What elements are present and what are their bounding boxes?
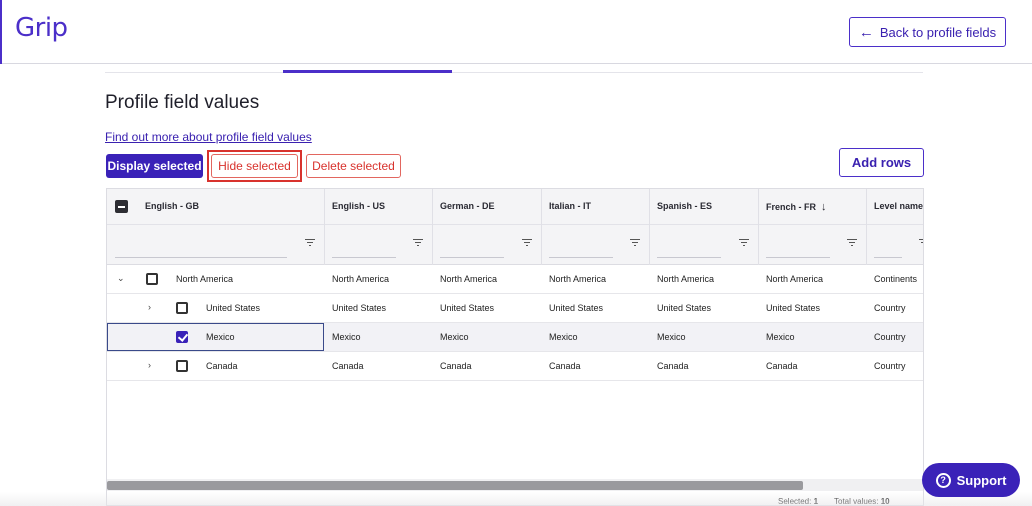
back-to-profile-fields-button[interactable]: ← Back to profile fields xyxy=(849,17,1006,47)
filter-icon[interactable] xyxy=(919,239,923,248)
cell-italian-it: Canada xyxy=(549,361,581,371)
cell-german-de: Canada xyxy=(440,361,472,371)
filter-input-spanish-es[interactable] xyxy=(657,257,721,258)
cell-english-us: United States xyxy=(332,303,387,313)
selected-label: Selected: xyxy=(778,497,812,506)
filter-icon[interactable] xyxy=(847,239,857,248)
cell-spanish-es: North America xyxy=(657,274,715,284)
question-circle-icon: ? xyxy=(935,472,951,488)
total-value: 10 xyxy=(880,497,890,506)
filter-icon[interactable] xyxy=(305,239,315,248)
cell-german-de: North America xyxy=(440,274,498,284)
cell-italian-it: United States xyxy=(549,303,604,313)
filter-input-italian-it[interactable] xyxy=(549,257,613,258)
chevron-down-icon[interactable]: ⌄ xyxy=(117,273,125,284)
cell-english-gb: United States xyxy=(206,303,261,313)
column-header-french-fr[interactable]: French - FR ↓ xyxy=(766,201,827,213)
cell-spanish-es: United States xyxy=(657,303,712,313)
column-header-italian-it[interactable]: Italian - IT xyxy=(549,201,591,211)
table-row[interactable]: › Canada Canada Canada Canada Canada Can… xyxy=(107,352,923,381)
column-header-french-fr-label: French - FR xyxy=(766,202,817,212)
cell-level-name: Continents xyxy=(874,274,918,284)
filter-input-english-us[interactable] xyxy=(332,257,396,258)
cell-french-fr: North America xyxy=(766,274,824,284)
column-separator xyxy=(432,189,433,265)
page-title: Profile field values xyxy=(105,92,260,113)
display-selected-button[interactable]: Display selected xyxy=(106,154,203,178)
total-label: Total values: xyxy=(834,497,879,506)
column-header-spanish-es[interactable]: Spanish - ES xyxy=(657,201,712,211)
help-link[interactable]: Find out more about profile field values xyxy=(105,130,312,144)
column-separator xyxy=(649,189,650,265)
delete-selected-button[interactable]: Delete selected xyxy=(306,154,401,178)
app-header: Grip ← Back to profile fields xyxy=(0,0,1032,64)
grip-logo[interactable]: Grip xyxy=(15,13,68,43)
column-separator xyxy=(324,189,325,265)
column-header-english-gb[interactable]: English - GB xyxy=(145,201,199,211)
cell-german-de: Mexico xyxy=(440,332,469,342)
column-header-german-de[interactable]: German - DE xyxy=(440,201,495,211)
cell-spanish-es: Mexico xyxy=(657,332,686,342)
row-checkbox[interactable] xyxy=(146,273,158,285)
support-label: Support xyxy=(956,472,1007,488)
grid-header-row: English - GB English - US German - DE It… xyxy=(107,189,923,225)
chevron-right-icon[interactable]: › xyxy=(148,360,151,370)
column-separator xyxy=(866,189,867,265)
active-tab-indicator xyxy=(283,70,452,73)
selected-count: Selected: 1 xyxy=(778,497,819,506)
column-header-english-us[interactable]: English - US xyxy=(332,201,385,211)
row-checkbox[interactable] xyxy=(176,360,188,372)
filter-icon[interactable] xyxy=(739,239,749,248)
cell-english-gb: North America xyxy=(176,274,234,284)
header-accent-bar xyxy=(0,0,2,64)
cell-spanish-es: Canada xyxy=(657,361,689,371)
arrow-left-icon: ← xyxy=(858,23,874,41)
cell-level-name: Country xyxy=(874,303,906,313)
column-separator xyxy=(758,189,759,265)
filter-input-french-fr[interactable] xyxy=(766,257,830,258)
cell-level-name: Country xyxy=(874,332,906,342)
row-checkbox[interactable] xyxy=(176,302,188,314)
hide-selected-button[interactable]: Hide selected xyxy=(211,154,298,178)
selected-value: 1 xyxy=(813,497,819,506)
select-all-checkbox[interactable] xyxy=(115,200,128,213)
focused-cell-outline xyxy=(107,323,324,351)
filter-input-german-de[interactable] xyxy=(440,257,504,258)
filter-icon[interactable] xyxy=(630,239,640,248)
filter-input-english-gb[interactable] xyxy=(115,257,287,258)
cell-english-gb: Canada xyxy=(206,361,238,371)
cell-italian-it: North America xyxy=(549,274,607,284)
column-separator xyxy=(541,189,542,265)
table-row[interactable]: › United States United States United Sta… xyxy=(107,294,923,323)
cell-italian-it: Mexico xyxy=(549,332,578,342)
cell-french-fr: Mexico xyxy=(766,332,795,342)
cell-french-fr: Canada xyxy=(766,361,798,371)
arrow-down-icon: ↓ xyxy=(821,201,827,213)
chevron-right-icon[interactable]: › xyxy=(148,302,151,312)
filter-input-level-name[interactable] xyxy=(874,257,902,258)
cell-english-us: Mexico xyxy=(332,332,361,342)
support-button[interactable]: ? Support xyxy=(922,463,1020,497)
cell-german-de: United States xyxy=(440,303,495,313)
cell-english-us: Canada xyxy=(332,361,364,371)
profile-values-grid: English - GB English - US German - DE It… xyxy=(106,188,924,506)
add-rows-button[interactable]: Add rows xyxy=(839,148,924,177)
total-values-count: Total values: 10 xyxy=(834,497,890,506)
back-button-label: Back to profile fields xyxy=(879,24,997,40)
column-header-level-name[interactable]: Level name xyxy=(874,201,923,211)
cell-french-fr: United States xyxy=(766,303,821,313)
table-row[interactable]: ⌄ North America North America North Amer… xyxy=(107,265,923,294)
cell-english-us: North America xyxy=(332,274,390,284)
horizontal-scrollbar-thumb[interactable] xyxy=(107,481,803,490)
grid-filter-row xyxy=(107,225,923,265)
tab-strip-line xyxy=(105,72,923,73)
cell-level-name: Country xyxy=(874,361,906,371)
filter-icon[interactable] xyxy=(522,239,532,248)
filter-icon[interactable] xyxy=(413,239,423,248)
